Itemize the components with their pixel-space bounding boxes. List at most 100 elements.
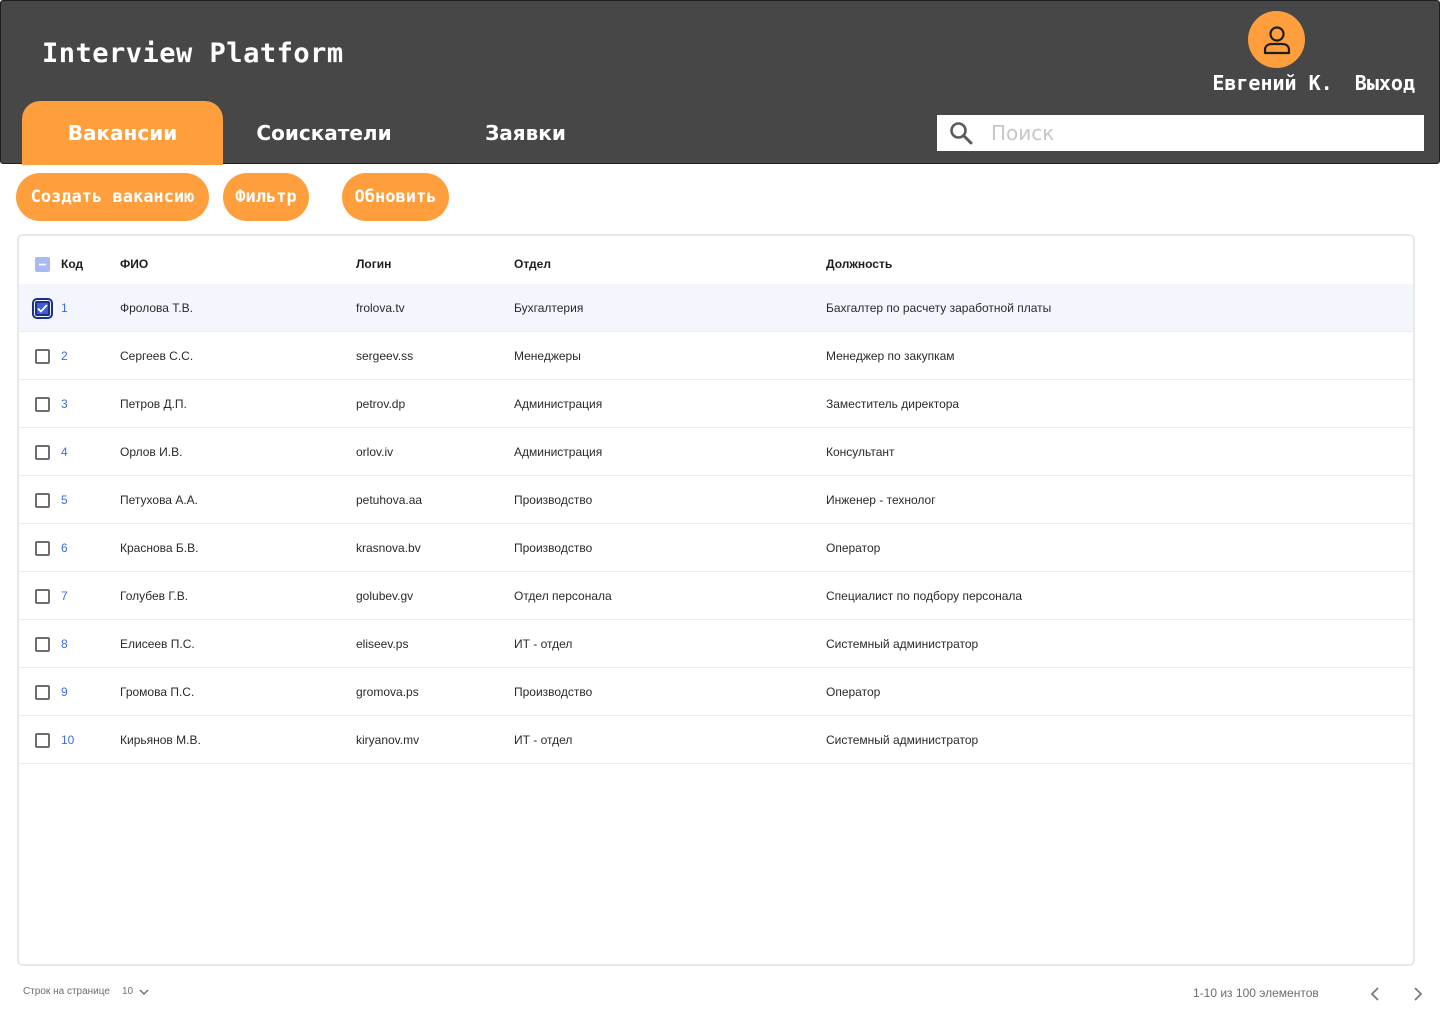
row-login: petuhova.aa	[356, 493, 423, 507]
row-fio: Елисеев П.С.	[120, 637, 195, 651]
row-dept: Менеджеры	[514, 349, 581, 363]
row-code-link[interactable]: 8	[61, 620, 68, 668]
row-position: Оператор	[826, 541, 881, 555]
table-header: Код ФИО Логин Отдел Должность	[19, 240, 1413, 288]
search-icon	[950, 122, 973, 145]
row-checkbox[interactable]	[35, 588, 50, 604]
row-login: sergeev.ss	[356, 349, 414, 363]
chevron-left-icon	[1370, 987, 1379, 1001]
row-login: petrov.dp	[356, 397, 406, 411]
user-name: Евгений К.	[1212, 71, 1333, 95]
column-header-dept[interactable]: Отдел	[514, 240, 551, 288]
row-dept: Производство	[514, 685, 593, 699]
row-checkbox[interactable]	[35, 444, 50, 460]
row-fio: Орлов И.В.	[120, 445, 183, 459]
table-row[interactable]: 10 Кирьянов М.В. kiryanov.mv ИТ - отдел Сист…	[19, 716, 1413, 764]
row-dept: Производство	[514, 493, 593, 507]
table-row[interactable]: 4 Орлов И.В. orlov.iv Администрация Консульт…	[19, 428, 1413, 476]
row-checkbox[interactable]	[35, 636, 50, 652]
row-login: frolova.tv	[356, 301, 405, 315]
table-row[interactable]: 9 Громова П.С. gromova.ps Производство Опера…	[19, 668, 1413, 716]
user-icon	[1263, 25, 1290, 54]
row-checkbox[interactable]	[35, 684, 50, 700]
row-code-link[interactable]: 6	[61, 524, 68, 572]
row-position: Инженер - технолог	[826, 493, 936, 507]
column-header-code[interactable]: Код	[61, 240, 83, 288]
logout-link[interactable]: Выход	[1355, 71, 1415, 95]
row-checkbox[interactable]	[35, 732, 50, 748]
top-bar: Interview Platform Евгений К. Выход Вака…	[0, 0, 1440, 165]
next-page-button[interactable]	[1408, 984, 1428, 1004]
table-row[interactable]: 5 Петухова А.А. petuhova.aa Производство Инж…	[19, 476, 1413, 524]
row-login: orlov.iv	[356, 445, 394, 459]
select-all-checkbox[interactable]	[35, 256, 50, 272]
row-position: Консультант	[826, 445, 895, 459]
row-fio: Петухова А.А.	[120, 493, 198, 507]
row-dept: Производство	[514, 541, 593, 555]
chevron-down-icon	[139, 989, 149, 995]
row-login: golubev.gv	[356, 589, 414, 603]
row-code-link[interactable]: 4	[61, 428, 68, 476]
rows-per-page-value: 10	[121, 986, 134, 997]
row-checkbox[interactable]	[35, 492, 50, 508]
row-position: Заместитель директора	[826, 397, 960, 411]
refresh-button[interactable]: Обновить	[342, 173, 449, 221]
table-row[interactable]: 1 Фролова Т.В. frolova.tv Бухгалтерия Бахгал…	[19, 284, 1413, 332]
row-code-link[interactable]: 7	[61, 572, 68, 620]
table-row[interactable]: 8 Елисеев П.С. eliseev.ps ИТ - отдел Системн…	[19, 620, 1413, 668]
row-checkbox[interactable]	[35, 540, 50, 556]
row-fio: Сергеев С.С.	[120, 349, 194, 363]
column-header-position[interactable]: Должность	[826, 240, 892, 288]
row-code-link[interactable]: 9	[61, 668, 68, 716]
row-fio: Петров Д.П.	[120, 397, 187, 411]
check-icon	[37, 303, 48, 313]
row-position: Системный администратор	[826, 733, 979, 747]
filter-button[interactable]: Фильтр	[223, 173, 309, 221]
search-box	[937, 115, 1424, 151]
row-dept: Бухгалтерия	[514, 301, 584, 315]
row-login: eliseev.ps	[356, 637, 409, 651]
column-header-fio[interactable]: ФИО	[120, 240, 148, 288]
row-dept: ИТ - отдел	[514, 733, 573, 747]
row-fio: Голубев Г.В.	[120, 589, 189, 603]
app-title: Interview Platform	[42, 38, 344, 69]
row-code-link[interactable]: 1	[61, 284, 68, 332]
rows-per-page-label: Строк на странице	[23, 986, 110, 997]
row-login: gromova.ps	[356, 685, 419, 699]
minus-icon	[39, 263, 46, 265]
row-checkbox[interactable]	[32, 297, 53, 319]
rows-per-page: Строк на странице 10	[23, 986, 150, 997]
row-fio: Фролова Т.В.	[120, 301, 193, 315]
row-login: kiryanov.mv	[356, 733, 420, 747]
row-position: Системный администратор	[826, 637, 979, 651]
table-row[interactable]: 3 Петров Д.П. petrov.dp Администрация Замест…	[19, 380, 1413, 428]
table-row[interactable]: 6 Краснова Б.В. krasnova.bv Производство Опе…	[19, 524, 1413, 572]
chevron-right-icon	[1414, 987, 1423, 1001]
row-checkbox[interactable]	[35, 348, 50, 364]
row-dept: ИТ - отдел	[514, 637, 573, 651]
tab-candidates[interactable]: Соискатели	[223, 101, 425, 165]
table-row[interactable]: 2 Сергеев С.С. sergeev.ss Менеджеры Менеджер…	[19, 332, 1413, 380]
row-fio: Громова П.С.	[120, 685, 195, 699]
row-dept: Отдел персонала	[514, 589, 612, 603]
create-vacancy-button[interactable]: Создать вакансию	[16, 173, 209, 221]
row-position: Оператор	[826, 685, 881, 699]
row-position: Менеджер по закупкам	[826, 349, 955, 363]
prev-page-button[interactable]	[1365, 984, 1385, 1004]
avatar[interactable]	[1248, 11, 1305, 68]
row-code-link[interactable]: 10	[61, 716, 74, 764]
row-code-link[interactable]: 3	[61, 380, 68, 428]
search-input[interactable]	[991, 121, 1411, 145]
user-info: Евгений К. Выход	[1212, 71, 1415, 95]
row-fio: Кирьянов М.В.	[120, 733, 201, 747]
column-header-login[interactable]: Логин	[356, 240, 391, 288]
row-code-link[interactable]: 2	[61, 332, 68, 380]
row-code-link[interactable]: 5	[61, 476, 68, 524]
table-row[interactable]: 7 Голубев Г.В. golubev.gv Отдел персонала Сп…	[19, 572, 1413, 620]
row-fio: Краснова Б.В.	[120, 541, 199, 555]
tab-requests[interactable]: Заявки	[425, 101, 626, 165]
row-checkbox[interactable]	[35, 396, 50, 412]
tab-vacancies[interactable]: Вакансии	[22, 101, 223, 165]
rows-per-page-select[interactable]: 10	[122, 986, 150, 997]
row-position: Специалист по подбору персонала	[826, 589, 1023, 603]
